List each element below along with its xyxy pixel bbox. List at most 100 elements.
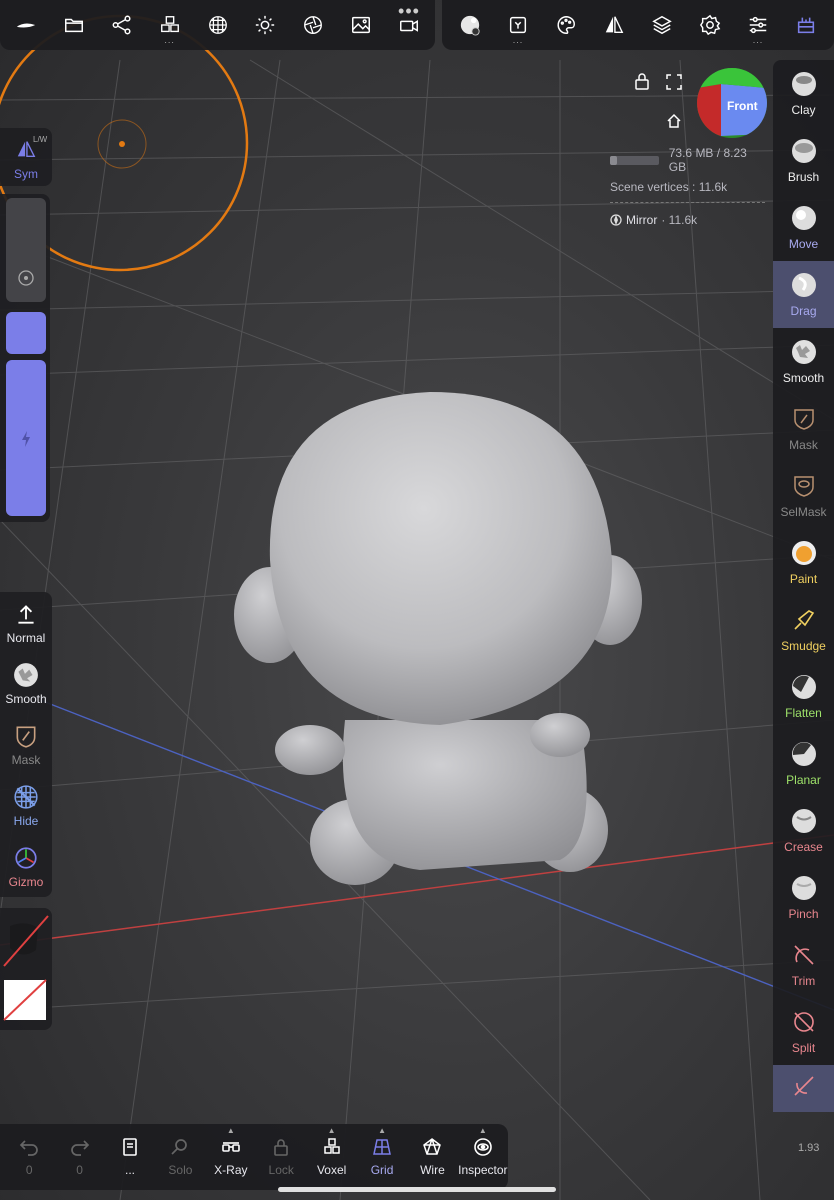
symmetry-toggle[interactable]: L/W Sym bbox=[0, 128, 52, 186]
arrow-up-icon bbox=[18, 604, 34, 624]
fullscreen-icon[interactable] bbox=[666, 74, 682, 90]
paint-tool[interactable]: Paint bbox=[773, 529, 834, 596]
mask-icon bbox=[16, 726, 36, 748]
eye-icon bbox=[474, 1138, 492, 1156]
wire-button[interactable]: Wire bbox=[407, 1129, 457, 1185]
gizmo-tool[interactable]: Gizmo bbox=[0, 836, 52, 897]
mask-tool-left[interactable]: Mask bbox=[0, 714, 52, 775]
tool-settings-icon[interactable]: ... bbox=[736, 3, 780, 47]
camera-icon[interactable]: ••• bbox=[387, 1, 431, 47]
material-sphere-icon[interactable] bbox=[196, 3, 240, 47]
normal-label: Normal bbox=[6, 630, 46, 645]
project-tool[interactable] bbox=[773, 1065, 834, 1112]
mirror-icon bbox=[610, 214, 622, 226]
background-image-icon[interactable] bbox=[339, 3, 383, 47]
drag-tool[interactable]: Drag bbox=[773, 261, 834, 328]
crease-tool[interactable]: Crease bbox=[773, 797, 834, 864]
normal-tool[interactable]: Normal bbox=[0, 592, 52, 653]
undo-button[interactable]: 0 bbox=[4, 1129, 54, 1185]
symmetry-icon[interactable] bbox=[592, 3, 636, 47]
split-tool[interactable]: Split bbox=[773, 998, 834, 1065]
selmask-tool[interactable]: SelMask bbox=[773, 462, 834, 529]
planar-tool[interactable]: Planar bbox=[773, 730, 834, 797]
intensity-bolt-icon bbox=[22, 431, 30, 447]
voxel-cubes-icon bbox=[323, 1138, 340, 1154]
interface-icon[interactable] bbox=[784, 3, 828, 47]
smudge-label: Smudge bbox=[781, 638, 826, 653]
solo-button[interactable]: Solo bbox=[155, 1129, 205, 1185]
memory-bar bbox=[610, 155, 659, 165]
nomad-logo-icon[interactable] bbox=[4, 3, 48, 47]
orientation-cube[interactable]: Front bbox=[697, 68, 767, 138]
topology-icon[interactable]: ... bbox=[496, 3, 540, 47]
left-tools-panel: Normal Smooth Mask Hide Gizmo bbox=[0, 592, 52, 897]
smooth-label-left: Smooth bbox=[5, 691, 47, 706]
sym-label: Sym bbox=[14, 167, 38, 181]
glasses-icon bbox=[222, 1142, 240, 1152]
selmask-icon bbox=[793, 475, 814, 497]
split-icon bbox=[793, 1011, 814, 1032]
selmask-label: SelMask bbox=[780, 504, 827, 519]
brush-radius-slider[interactable] bbox=[6, 198, 46, 302]
trim-icon bbox=[793, 944, 814, 965]
layers-icon[interactable] bbox=[640, 3, 684, 47]
scene-graph-icon[interactable] bbox=[100, 3, 144, 47]
material-ball-icon[interactable] bbox=[448, 3, 492, 47]
solo-label: Solo bbox=[168, 1163, 193, 1177]
pinch-label: Pinch bbox=[788, 906, 819, 921]
hide-tool[interactable]: Hide bbox=[0, 775, 52, 836]
paint-color-swatch[interactable] bbox=[3, 979, 47, 1021]
flatten-tool[interactable]: Flatten bbox=[773, 663, 834, 730]
book-icon bbox=[123, 1138, 137, 1156]
home-icon[interactable] bbox=[666, 113, 682, 129]
sculpt-model bbox=[234, 392, 642, 885]
hud-divider bbox=[610, 202, 765, 203]
mask-tool[interactable]: Mask bbox=[773, 395, 834, 462]
palette-icon[interactable] bbox=[544, 3, 588, 47]
grid-button[interactable]: ▲ Grid bbox=[357, 1126, 407, 1185]
pinch-tool[interactable]: Pinch bbox=[773, 864, 834, 931]
drag-label: Drag bbox=[790, 303, 817, 318]
move-tool[interactable]: Move bbox=[773, 194, 834, 261]
lock-icon bbox=[274, 1139, 289, 1156]
top-toolbar-left: ... ••• bbox=[0, 0, 435, 50]
lock-button[interactable]: Lock bbox=[256, 1129, 306, 1185]
paint-label: Paint bbox=[789, 571, 818, 586]
lock-icon[interactable] bbox=[634, 72, 650, 90]
mask-label: Mask bbox=[789, 437, 818, 452]
inspector-label: Inspector bbox=[458, 1163, 508, 1177]
top-toolbar-right: ... ... bbox=[442, 0, 834, 50]
mirror-row[interactable]: Mirror · 11.6k bbox=[610, 213, 765, 227]
inspector-button[interactable]: ▲ Inspector bbox=[458, 1126, 508, 1185]
bottom-toolbar: 0 0 ... Solo ▲ X-Ray Lock ▲ Voxel ▲ Grid… bbox=[0, 1124, 508, 1190]
primitives-icon[interactable]: ... bbox=[148, 3, 192, 47]
scene-vertices: Scene vertices : 11.6k bbox=[610, 180, 728, 194]
redo-icon bbox=[70, 1140, 89, 1156]
clay-tool[interactable]: Clay bbox=[773, 60, 834, 127]
redo-button[interactable]: 0 bbox=[54, 1129, 104, 1185]
material-swatch[interactable] bbox=[3, 915, 49, 967]
paint-ball-icon bbox=[791, 540, 816, 565]
settings-gear-icon[interactable] bbox=[688, 3, 732, 47]
pinch-ball-icon bbox=[791, 875, 816, 900]
history-button[interactable]: ... bbox=[105, 1129, 155, 1185]
postprocess-icon[interactable] bbox=[291, 3, 335, 47]
cube-front-label: Front bbox=[727, 99, 758, 113]
trim-tool[interactable]: Trim bbox=[773, 931, 834, 998]
xray-label: X-Ray bbox=[214, 1163, 248, 1177]
smooth-tool-left[interactable]: Smooth bbox=[0, 653, 52, 714]
crease-ball-icon bbox=[791, 808, 816, 833]
smudge-tool[interactable]: Smudge bbox=[773, 596, 834, 663]
brush-radius-fill[interactable] bbox=[6, 312, 46, 354]
folder-icon[interactable] bbox=[52, 3, 96, 47]
home-indicator bbox=[278, 1187, 556, 1192]
brush-tool[interactable]: Brush bbox=[773, 127, 834, 194]
voxel-button[interactable]: ▲ Voxel bbox=[306, 1126, 356, 1185]
smooth-tool[interactable]: Smooth bbox=[773, 328, 834, 395]
xray-button[interactable]: ▲ X-Ray bbox=[206, 1126, 256, 1185]
mirror-count: · 11.6k bbox=[661, 213, 698, 227]
smooth-ball-icon bbox=[14, 662, 38, 687]
topology-caption: ... bbox=[512, 35, 524, 45]
light-icon[interactable] bbox=[243, 3, 287, 47]
brush-intensity-slider[interactable] bbox=[6, 360, 46, 516]
